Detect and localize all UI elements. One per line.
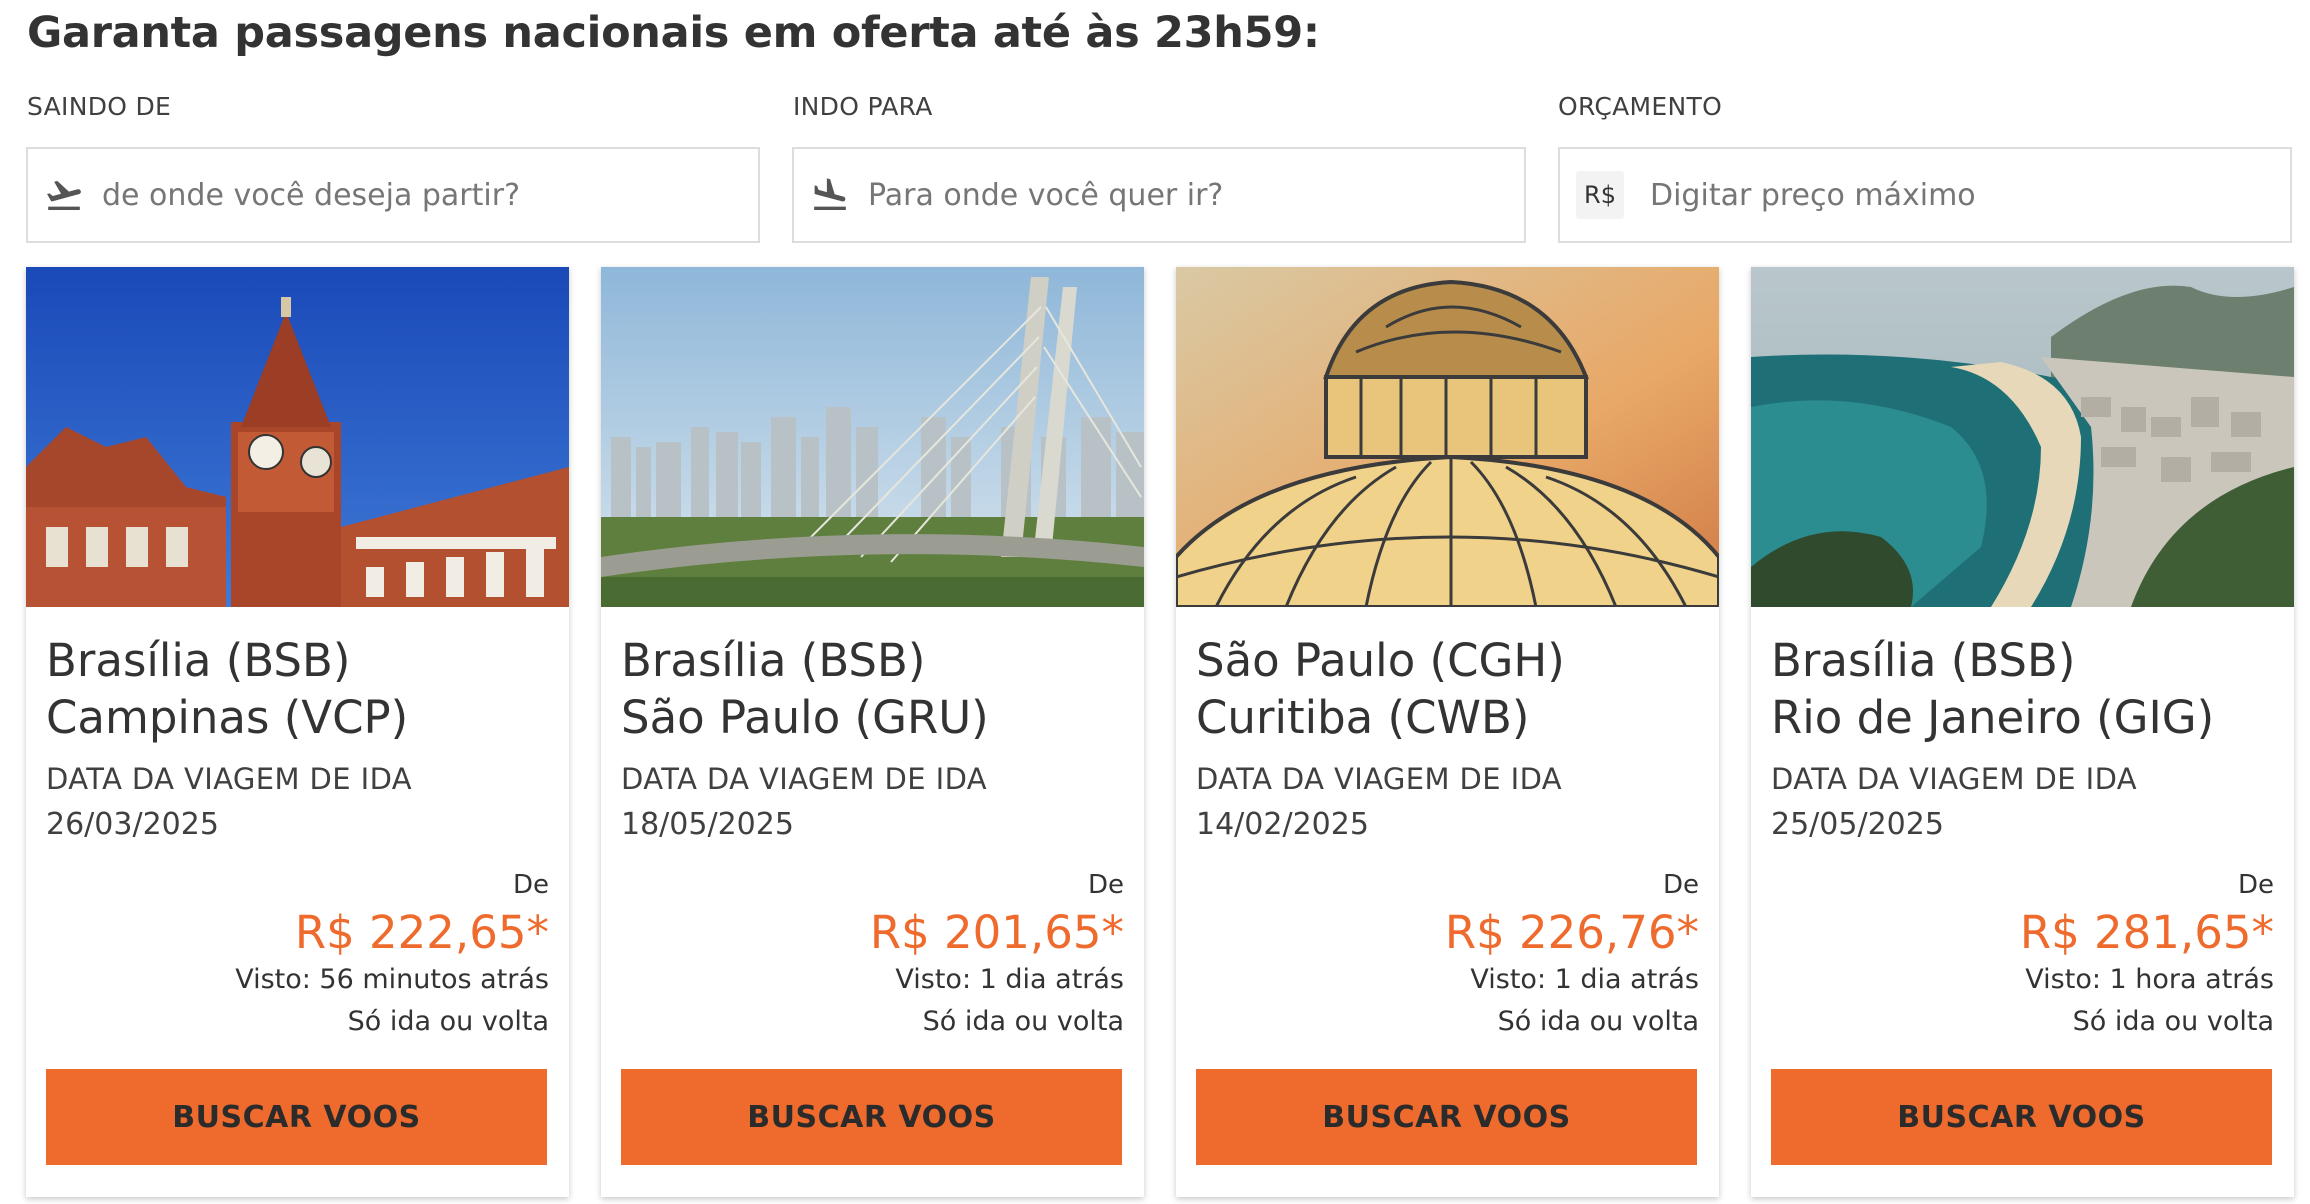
departure-date: 25/05/2025 <box>1771 807 1944 842</box>
page-title: Garanta passagens nacionais em oferta at… <box>27 8 1320 58</box>
route-title: Brasília (BSB) Rio de Janeiro (GIG) <box>1771 632 2214 746</box>
budget-input[interactable] <box>1650 149 2290 241</box>
route-title: Brasília (BSB) São Paulo (GRU) <box>621 632 989 746</box>
airplane-landing-icon <box>810 175 850 215</box>
destination-city: Campinas (VCP) <box>46 691 409 744</box>
seen-timestamp: Visto: 1 dia atrás <box>1470 964 1699 995</box>
budget-label: ORÇAMENTO <box>1558 92 1723 121</box>
origin-field[interactable] <box>26 147 760 243</box>
offer-card: São Paulo (CGH) Curitiba (CWB) DATA DA V… <box>1176 267 1719 1197</box>
departure-date: 14/02/2025 <box>1196 807 1369 842</box>
airplane-takeoff-icon <box>44 175 84 215</box>
origin-city: Brasília (BSB) <box>1771 634 2076 687</box>
destination-city: Rio de Janeiro (GIG) <box>1771 691 2215 744</box>
departure-date: 26/03/2025 <box>46 807 219 842</box>
route-title: São Paulo (CGH) Curitiba (CWB) <box>1196 632 1565 746</box>
origin-city: Brasília (BSB) <box>46 634 351 687</box>
origin-city: Brasília (BSB) <box>621 634 926 687</box>
curitiba-greenhouse-photo <box>1176 267 1719 607</box>
route-title: Brasília (BSB) Campinas (VCP) <box>46 632 408 746</box>
offer-card: Brasília (BSB) Campinas (VCP) DATA DA VI… <box>26 267 569 1197</box>
search-flights-button[interactable]: BUSCAR VOOS <box>1771 1069 2272 1165</box>
destination-city: Curitiba (CWB) <box>1196 691 1530 744</box>
offer-card: Brasília (BSB) São Paulo (GRU) DATA DA V… <box>601 267 1144 1197</box>
date-label: DATA DA VIAGEM DE IDA <box>46 762 413 796</box>
origin-input[interactable] <box>102 149 758 241</box>
trip-type: Só ida ou volta <box>347 1006 549 1037</box>
date-label: DATA DA VIAGEM DE IDA <box>1196 762 1563 796</box>
origin-city: São Paulo (CGH) <box>1196 634 1565 687</box>
price: R$ 201,65* <box>869 906 1124 959</box>
price-prefix: De <box>1087 870 1124 900</box>
trip-type: Só ida ou volta <box>2072 1006 2274 1037</box>
search-flights-button[interactable]: BUSCAR VOOS <box>46 1069 547 1165</box>
date-label: DATA DA VIAGEM DE IDA <box>621 762 988 796</box>
sao-paulo-bridge-photo <box>601 267 1144 607</box>
campinas-clock-tower-photo <box>26 267 569 607</box>
price: R$ 222,65* <box>294 906 549 959</box>
destination-input[interactable] <box>868 149 1524 241</box>
seen-timestamp: Visto: 56 minutos atrás <box>235 964 549 995</box>
destination-field[interactable] <box>792 147 1526 243</box>
price-prefix: De <box>1662 870 1699 900</box>
date-label: DATA DA VIAGEM DE IDA <box>1771 762 2138 796</box>
price-prefix: De <box>2237 870 2274 900</box>
trip-type: Só ida ou volta <box>922 1006 1124 1037</box>
offer-card: Brasília (BSB) Rio de Janeiro (GIG) DATA… <box>1751 267 2294 1197</box>
search-flights-button[interactable]: BUSCAR VOOS <box>1196 1069 1697 1165</box>
trip-type: Só ida ou volta <box>1497 1006 1699 1037</box>
rio-copacabana-photo <box>1751 267 2294 607</box>
search-flights-button[interactable]: BUSCAR VOOS <box>621 1069 1122 1165</box>
budget-field[interactable]: R$ <box>1558 147 2292 243</box>
origin-label: SAINDO DE <box>27 92 172 121</box>
price-prefix: De <box>512 870 549 900</box>
currency-badge: R$ <box>1576 171 1624 219</box>
seen-timestamp: Visto: 1 hora atrás <box>2025 964 2274 995</box>
departure-date: 18/05/2025 <box>621 807 794 842</box>
destination-label: INDO PARA <box>793 92 933 121</box>
price: R$ 281,65* <box>2019 906 2274 959</box>
seen-timestamp: Visto: 1 dia atrás <box>895 964 1124 995</box>
price: R$ 226,76* <box>1444 906 1699 959</box>
destination-city: São Paulo (GRU) <box>621 691 989 744</box>
